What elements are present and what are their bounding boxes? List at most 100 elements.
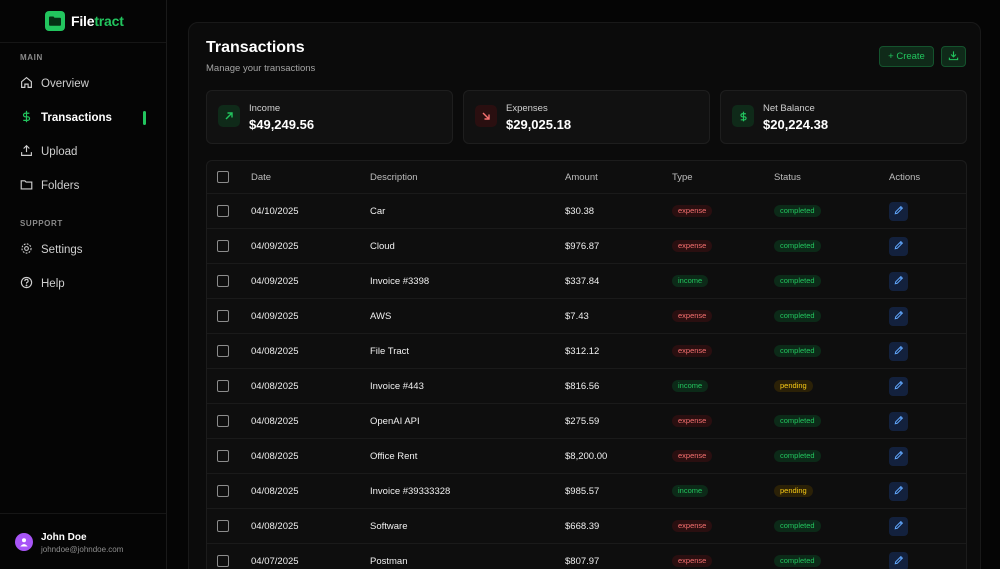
row-checkbox[interactable]: [217, 415, 229, 427]
row-select-cell: [217, 369, 229, 403]
column-header-date[interactable]: Date: [251, 161, 271, 193]
edit-button[interactable]: [889, 201, 908, 221]
sidebar-item-upload[interactable]: Upload: [20, 141, 148, 163]
table-row[interactable]: 04/07/2025 Postman $807.97 expense compl…: [207, 544, 966, 569]
row-select-cell: [217, 509, 229, 543]
date-cell: 04/08/2025: [251, 345, 299, 357]
edit-button[interactable]: [889, 411, 908, 431]
help-icon: [20, 276, 33, 292]
column-header-status[interactable]: Status: [774, 161, 801, 193]
table-row[interactable]: 04/08/2025 Invoice #39333328 $985.57 inc…: [207, 474, 966, 509]
row-checkbox[interactable]: [217, 380, 229, 392]
edit-button[interactable]: [889, 236, 908, 256]
row-select-cell: [217, 544, 229, 569]
row-checkbox[interactable]: [217, 310, 229, 322]
type-cell: expense: [672, 299, 713, 333]
status-cell: completed: [774, 334, 821, 368]
edit-button[interactable]: [889, 341, 908, 361]
table-row[interactable]: 04/09/2025 AWS $7.43 expense completed: [207, 299, 966, 334]
edit-button[interactable]: [889, 551, 908, 569]
date-cell: 04/10/2025: [251, 205, 299, 217]
row-checkbox[interactable]: [217, 275, 229, 287]
status-badge: completed: [774, 275, 821, 287]
status-cell: completed: [774, 404, 821, 438]
actions-cell: [889, 474, 908, 508]
row-checkbox[interactable]: [217, 240, 229, 252]
create-button[interactable]: + Create: [879, 46, 934, 67]
arrow-down-right-icon: [475, 105, 497, 127]
active-indicator: [143, 111, 146, 125]
column-header-actions: Actions: [889, 171, 921, 183]
table-row[interactable]: 04/09/2025 Invoice #3398 $337.84 income …: [207, 264, 966, 299]
description-cell: Office Rent: [370, 450, 418, 462]
download-button[interactable]: [941, 46, 966, 67]
edit-button[interactable]: [889, 376, 908, 396]
table-row[interactable]: 04/08/2025 Office Rent $8,200.00 expense…: [207, 439, 966, 474]
brand-name: Filetract: [71, 13, 124, 29]
table-row[interactable]: 04/08/2025 OpenAI API $275.59 expense co…: [207, 404, 966, 439]
edit-button[interactable]: [889, 446, 908, 466]
arrow-up-right-icon: [218, 105, 240, 127]
column-header-description[interactable]: Description: [370, 161, 418, 193]
user-icon: [20, 538, 28, 547]
pencil-icon: [894, 345, 904, 358]
table-row[interactable]: 04/09/2025 Cloud $976.87 expense complet…: [207, 229, 966, 264]
edit-button[interactable]: [889, 306, 908, 326]
table-header: Date Description Amount Type Status Acti…: [207, 161, 966, 194]
sidebar-item-overview[interactable]: Overview: [20, 73, 148, 95]
row-checkbox[interactable]: [217, 520, 229, 532]
description-cell: OpenAI API: [370, 415, 420, 427]
edit-button[interactable]: [889, 271, 908, 291]
user-profile[interactable]: John Doe johndoe@johndoe.com: [0, 513, 166, 569]
date-cell: 04/09/2025: [251, 275, 299, 287]
pencil-icon: [894, 450, 904, 463]
table-row[interactable]: 04/08/2025 File Tract $312.12 expense co…: [207, 334, 966, 369]
status-badge: completed: [774, 450, 821, 462]
row-checkbox[interactable]: [217, 450, 229, 462]
brand-logo[interactable]: Filetract: [45, 11, 124, 31]
status-cell: completed: [774, 194, 821, 228]
status-badge: completed: [774, 415, 821, 427]
type-badge: income: [672, 485, 709, 497]
table-row[interactable]: 04/08/2025 Invoice #443 $816.56 income p…: [207, 369, 966, 404]
date-cell: 04/08/2025: [251, 380, 299, 392]
sidebar-item-settings[interactable]: Settings: [20, 239, 148, 261]
edit-button[interactable]: [889, 481, 908, 501]
sidebar-item-label: Upload: [41, 146, 78, 158]
gear-icon: [20, 242, 33, 258]
amount-cell: $976.87: [565, 240, 600, 252]
select-all-cell: [217, 161, 229, 193]
column-header-type[interactable]: Type: [672, 161, 693, 193]
date-cell: 04/09/2025: [251, 310, 299, 322]
edit-button[interactable]: [889, 516, 908, 536]
column-header-amount[interactable]: Amount: [565, 161, 598, 193]
amount-cell: $985.57: [565, 485, 600, 497]
table-row[interactable]: 04/10/2025 Car $30.38 expense completed: [207, 194, 966, 229]
amount-cell: $668.39: [565, 520, 600, 532]
amount-cell: $312.12: [565, 345, 600, 357]
sidebar-item-transactions[interactable]: Transactions: [20, 107, 148, 129]
pencil-icon: [894, 240, 904, 253]
amount-cell: $30.38: [565, 205, 595, 217]
type-cell: expense: [672, 229, 713, 263]
type-badge: expense: [672, 520, 713, 532]
main-section-label: MAIN: [20, 53, 43, 62]
description-cell: Car: [370, 205, 386, 217]
type-cell: expense: [672, 194, 713, 228]
support-section-label: SUPPORT: [20, 219, 63, 228]
select-all-checkbox[interactable]: [217, 171, 229, 183]
actions-cell: [889, 264, 908, 298]
table-row[interactable]: 04/08/2025 Software $668.39 expense comp…: [207, 509, 966, 544]
type-badge: expense: [672, 345, 713, 357]
sidebar-item-help[interactable]: Help: [20, 273, 148, 295]
row-checkbox[interactable]: [217, 555, 229, 567]
folder-icon: [20, 178, 33, 194]
row-checkbox[interactable]: [217, 345, 229, 357]
income-card: Income $49,249.56: [206, 90, 453, 144]
row-select-cell: [217, 264, 229, 298]
row-checkbox[interactable]: [217, 485, 229, 497]
type-badge: expense: [672, 555, 713, 567]
sidebar-item-folders[interactable]: Folders: [20, 175, 148, 197]
row-checkbox[interactable]: [217, 205, 229, 217]
pencil-icon: [894, 380, 904, 393]
